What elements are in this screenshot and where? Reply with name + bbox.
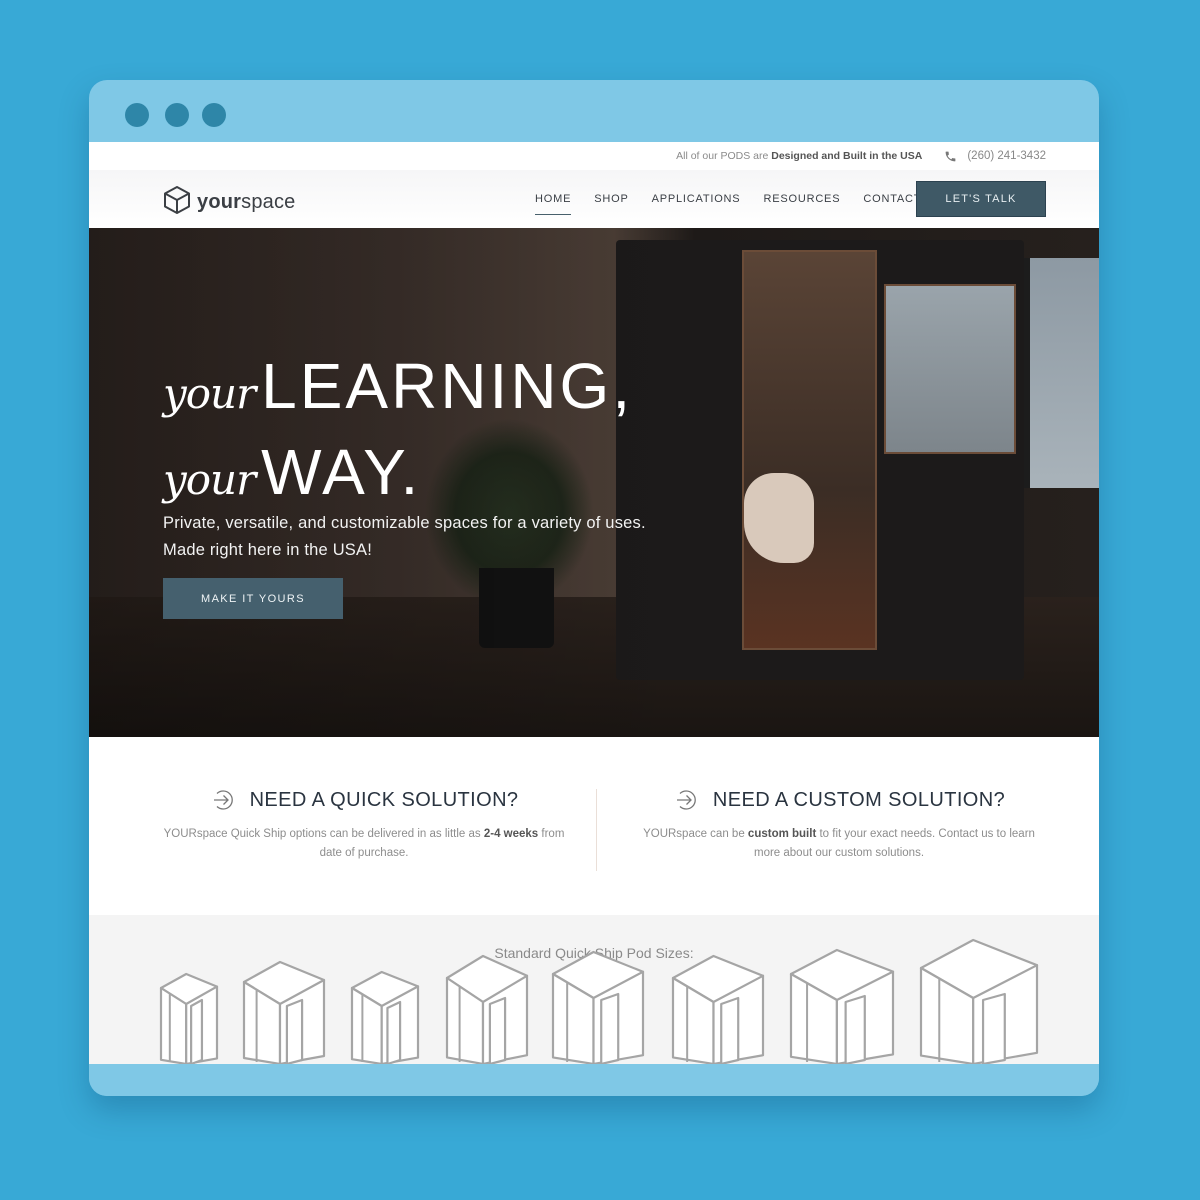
pod-size-5-icon[interactable] — [551, 950, 645, 1064]
phone-icon — [944, 150, 957, 163]
pod-size-2-icon[interactable] — [242, 960, 326, 1064]
text-bold: custom built — [747, 828, 817, 840]
quick-solution-card[interactable]: NEED A QUICK SOLUTION? YOURspace Quick S… — [154, 787, 574, 863]
usa-notice-bold: Designed and Built in the USA — [771, 150, 923, 162]
hero-line-1: your LEARNING, — [163, 332, 633, 418]
nav-resources[interactable]: RESOURCES — [763, 189, 840, 209]
hero-script-word: your — [163, 369, 256, 418]
browser-bottom-band — [89, 1064, 1099, 1096]
site-logo[interactable]: yourspace — [163, 185, 296, 220]
make-it-yours-button[interactable]: MAKE IT YOURS — [163, 578, 343, 619]
browser-chrome — [89, 80, 1099, 142]
pod-door — [600, 992, 620, 1064]
pod-door — [190, 998, 204, 1064]
custom-solution-card[interactable]: NEED A CUSTOM SOLUTION? YOURspace can be… — [629, 787, 1049, 863]
pod-door — [844, 994, 866, 1064]
arrow-right-circle-icon — [210, 787, 236, 813]
main-nav: HOME SHOP APPLICATIONS RESOURCES CONTACT — [535, 170, 944, 228]
hero-subtitle-line-1: Private, versatile, and customizable spa… — [163, 514, 646, 532]
nav-contact[interactable]: CONTACT — [863, 189, 921, 209]
nav-shop[interactable]: SHOP — [594, 189, 628, 209]
browser-window: All of our PODS are Designed and Built i… — [89, 80, 1099, 1096]
custom-solution-title-text: NEED A CUSTOM SOLUTION? — [712, 788, 1006, 811]
pod-door — [981, 992, 1006, 1064]
hero-script-word: your — [163, 455, 256, 504]
pod-size-3-icon[interactable] — [350, 970, 420, 1064]
pod-door — [720, 996, 740, 1064]
hero-line-2: your WAY. — [163, 418, 633, 504]
custom-solution-text: YOURspace can be custom built to fit you… — [629, 825, 1049, 863]
quick-solution-title-text: NEED A QUICK SOLUTION? — [249, 788, 519, 811]
pod-size-8-icon[interactable] — [919, 938, 1039, 1064]
pod-size-6-icon[interactable] — [671, 954, 765, 1064]
nav-home[interactable]: HOME — [535, 189, 572, 215]
text-pre: YOURspace can be — [643, 828, 748, 840]
hero-big-word: WAY. — [261, 436, 422, 508]
nav-applications[interactable]: APPLICATIONS — [652, 189, 741, 209]
text-bold: 2-4 weeks — [483, 828, 539, 840]
quick-solution-text: YOURspace Quick Ship options can be deli… — [154, 825, 574, 863]
web-page: All of our PODS are Designed and Built i… — [89, 142, 1099, 1064]
solutions-section: NEED A QUICK SOLUTION? YOURspace Quick S… — [89, 737, 1099, 915]
cube-icon — [163, 185, 191, 220]
pod-sizes-section: Standard Quick Ship Pod Sizes: — [89, 915, 1099, 1064]
pod-size-7-icon[interactable] — [789, 948, 895, 1064]
site-header: yourspace HOME SHOP APPLICATIONS RESOURC… — [89, 170, 1099, 228]
quick-solution-title: NEED A QUICK SOLUTION? — [154, 787, 574, 813]
pod-size-1-icon[interactable] — [159, 972, 219, 1064]
pod-size-4-icon[interactable] — [445, 954, 529, 1064]
hero-big-word: LEARNING, — [261, 350, 634, 422]
pod-door — [386, 1000, 402, 1064]
hero-subtitle-line-2: Made right here in the USA! — [163, 541, 373, 559]
column-divider — [596, 789, 597, 871]
pod-door — [285, 998, 304, 1064]
top-info-bar: All of our PODS are Designed and Built i… — [89, 142, 1099, 170]
hero-headline: your LEARNING, your WAY. — [163, 332, 633, 504]
arrow-right-circle-icon — [673, 787, 699, 813]
window-dot-minimize[interactable] — [165, 103, 189, 127]
hero-subtitle: Private, versatile, and customizable spa… — [163, 510, 646, 564]
usa-notice: All of our PODS are Designed and Built i… — [676, 150, 922, 162]
logo-text-bold: your — [197, 191, 242, 213]
hero-section: your LEARNING, your WAY. Private, versat… — [89, 228, 1099, 737]
lets-talk-button[interactable]: LET'S TALK — [916, 181, 1046, 217]
logo-text: yourspace — [197, 191, 296, 214]
pod-door — [488, 996, 507, 1064]
phone-link[interactable]: (260) 241-3432 — [967, 150, 1046, 162]
usa-notice-prefix: All of our PODS are — [676, 150, 769, 162]
window-dot-close[interactable] — [125, 103, 149, 127]
window-dot-maximize[interactable] — [202, 103, 226, 127]
logo-text-light: space — [241, 191, 296, 213]
text-pre: YOURspace Quick Ship options can be deli… — [163, 828, 484, 840]
custom-solution-title: NEED A CUSTOM SOLUTION? — [629, 787, 1049, 813]
